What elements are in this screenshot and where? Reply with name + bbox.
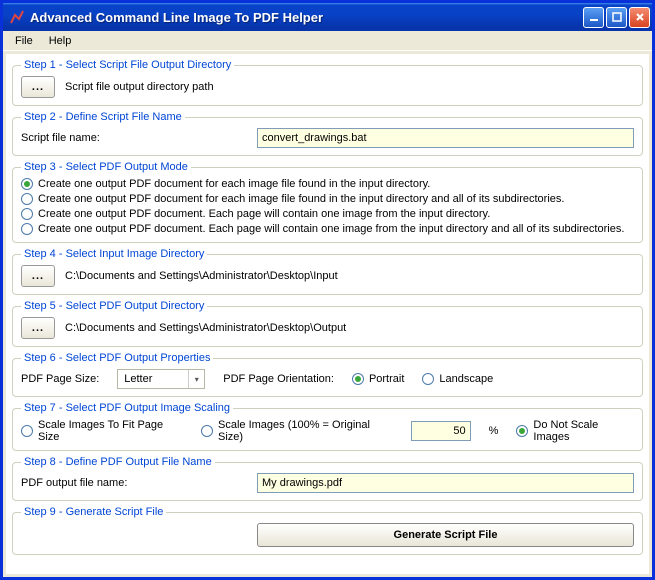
close-button[interactable] (629, 7, 650, 28)
orientation-landscape[interactable]: Landscape (422, 373, 493, 385)
landscape-label: Landscape (439, 373, 493, 385)
step5-legend: Step 5 - Select PDF Output Directory (21, 300, 207, 312)
step9-group: Step 9 - Generate Script File Generate S… (12, 506, 643, 555)
radio-icon (21, 425, 33, 437)
minimize-button[interactable] (583, 7, 604, 28)
step7-legend: Step 7 - Select PDF Output Image Scaling (21, 402, 233, 414)
menu-file[interactable]: File (7, 33, 41, 49)
step2-legend: Step 2 - Define Script File Name (21, 111, 185, 123)
step3-option-0[interactable]: Create one output PDF document for each … (21, 178, 634, 190)
step4-path: C:\Documents and Settings\Administrator\… (65, 270, 338, 282)
radio-icon (21, 178, 33, 190)
app-icon (9, 9, 25, 25)
orientation-label: PDF Page Orientation: (223, 373, 334, 385)
titlebar: Advanced Command Line Image To PDF Helpe… (3, 3, 652, 31)
step3-option-1[interactable]: Create one output PDF document for each … (21, 193, 634, 205)
scale-percent-label: Scale Images (100% = Original Size) (218, 419, 393, 443)
radio-icon (21, 208, 33, 220)
radio-icon (201, 425, 213, 437)
step8-group: Step 8 - Define PDF Output File Name PDF… (12, 456, 643, 501)
step1-browse-button[interactable]: ... (21, 76, 55, 98)
maximize-button[interactable] (606, 7, 627, 28)
scale-fit-label: Scale Images To Fit Page Size (38, 419, 183, 443)
generate-script-button[interactable]: Generate Script File (257, 523, 634, 547)
step9-legend: Step 9 - Generate Script File (21, 506, 166, 518)
step4-group: Step 4 - Select Input Image Directory ..… (12, 248, 643, 295)
radio-icon (21, 193, 33, 205)
step8-label: PDF output file name: (21, 477, 251, 489)
chevron-down-icon: ▾ (188, 370, 204, 388)
no-scale-label: Do Not Scale Images (533, 419, 634, 443)
step5-path: C:\Documents and Settings\Administrator\… (65, 322, 346, 334)
step7-group: Step 7 - Select PDF Output Image Scaling… (12, 402, 643, 451)
step3-option-3-label: Create one output PDF document. Each pag… (38, 223, 624, 235)
step3-option-2-label: Create one output PDF document. Each pag… (38, 208, 490, 220)
pdf-output-file-name-input[interactable] (257, 473, 634, 493)
script-file-name-input[interactable] (257, 128, 634, 148)
step1-path: Script file output directory path (65, 81, 214, 93)
step5-browse-button[interactable]: ... (21, 317, 55, 339)
app-window: Advanced Command Line Image To PDF Helpe… (0, 0, 655, 580)
no-scale-option[interactable]: Do Not Scale Images (516, 419, 634, 443)
step2-group: Step 2 - Define Script File Name Script … (12, 111, 643, 156)
step3-legend: Step 3 - Select PDF Output Mode (21, 161, 191, 173)
orientation-portrait[interactable]: Portrait (352, 373, 404, 385)
step3-option-0-label: Create one output PDF document for each … (38, 178, 430, 190)
radio-icon (422, 373, 434, 385)
page-size-label: PDF Page Size: (21, 373, 99, 385)
step1-group: Step 1 - Select Script File Output Direc… (12, 59, 643, 106)
step8-legend: Step 8 - Define PDF Output File Name (21, 456, 215, 468)
step6-group: Step 6 - Select PDF Output Properties PD… (12, 352, 643, 397)
step4-browse-button[interactable]: ... (21, 265, 55, 287)
step3-option-1-label: Create one output PDF document for each … (38, 193, 564, 205)
content-area: Step 1 - Select Script File Output Direc… (6, 54, 649, 574)
scale-percent-option[interactable]: Scale Images (100% = Original Size) (201, 419, 393, 443)
radio-icon (516, 425, 528, 437)
scale-fit-option[interactable]: Scale Images To Fit Page Size (21, 419, 183, 443)
portrait-label: Portrait (369, 373, 404, 385)
percent-suffix: % (489, 425, 499, 437)
window-title: Advanced Command Line Image To PDF Helpe… (30, 10, 583, 25)
scale-percent-input[interactable] (411, 421, 471, 441)
window-controls (583, 7, 650, 28)
radio-icon (21, 223, 33, 235)
step5-group: Step 5 - Select PDF Output Directory ...… (12, 300, 643, 347)
step3-option-2[interactable]: Create one output PDF document. Each pag… (21, 208, 634, 220)
step3-group: Step 3 - Select PDF Output Mode Create o… (12, 161, 643, 243)
step1-legend: Step 1 - Select Script File Output Direc… (21, 59, 234, 71)
step4-legend: Step 4 - Select Input Image Directory (21, 248, 207, 260)
menu-help[interactable]: Help (41, 33, 80, 49)
page-size-value: Letter (118, 373, 188, 385)
radio-icon (352, 373, 364, 385)
step6-legend: Step 6 - Select PDF Output Properties (21, 352, 213, 364)
menubar: File Help (3, 31, 652, 51)
step2-label: Script file name: (21, 132, 251, 144)
step3-option-3[interactable]: Create one output PDF document. Each pag… (21, 223, 634, 235)
page-size-combo[interactable]: Letter ▾ (117, 369, 205, 389)
